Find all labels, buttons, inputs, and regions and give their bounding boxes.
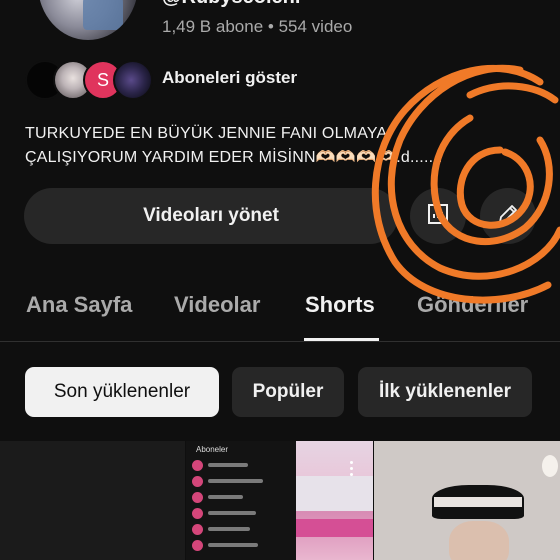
channel-stats: 1,49 B abone • 554 video <box>162 17 352 37</box>
chip-latest[interactable]: Son yüklenenler <box>25 367 219 417</box>
thumbnail-image <box>434 497 522 507</box>
tab-videos[interactable]: Videolar <box>174 292 260 318</box>
subscriber-avatar <box>113 60 153 100</box>
thumbnail-chat-row <box>192 507 292 521</box>
description-line: ÇALIŞIYORUM YARDIM EDER MİSİNN🫶🏻🫶🏻🫶🏻🫶🏻.d… <box>25 149 443 166</box>
thumbnail-chat-row <box>192 523 292 537</box>
analytics-icon <box>425 201 451 232</box>
thumbnail-chat-row <box>192 475 292 489</box>
manage-videos-button[interactable]: Videoları yönet <box>24 188 398 244</box>
chip-popular[interactable]: Popüler <box>232 367 344 417</box>
thumbnail-overlay-text: Aboneler <box>196 445 229 454</box>
tab-posts[interactable]: Gönderiler <box>417 292 528 318</box>
thumbnail-image <box>449 521 509 560</box>
video-count: 554 video <box>278 17 353 36</box>
thumbnail-chat-row <box>192 459 292 473</box>
thumbnail-image <box>296 476 373 511</box>
tab-home[interactable]: Ana Sayfa <box>26 292 132 318</box>
more-options-icon[interactable] <box>350 461 353 479</box>
thumbnail-image <box>296 519 373 537</box>
show-subscribers-link[interactable]: Aboneleri göster <box>162 68 297 88</box>
pencil-icon <box>495 201 521 232</box>
stats-separator: • <box>267 17 274 36</box>
chip-oldest[interactable]: İlk yüklenenler <box>358 367 532 417</box>
tabs-divider <box>0 341 560 342</box>
subscriber-count: 1,49 B abone <box>162 17 264 36</box>
short-thumbnail[interactable]: Aboneler <box>186 441 373 560</box>
thumbnail-chat-row <box>192 539 292 553</box>
tab-shorts[interactable]: Shorts <box>305 292 375 318</box>
short-thumbnail[interactable] <box>374 441 560 560</box>
channel-handle: @Rubyseoleni <box>162 0 300 9</box>
analytics-button[interactable] <box>410 188 466 244</box>
channel-tabs: Ana Sayfa Videolar Shorts Gönderiler <box>0 282 560 340</box>
channel-description[interactable]: TURKUYEDE EN BÜYÜK JENNIE FANI OLMAYA ÇA… <box>25 122 545 170</box>
short-thumbnail[interactable] <box>0 441 185 560</box>
description-line: TURKUYEDE EN BÜYÜK JENNIE FANI OLMAYA <box>25 125 388 142</box>
subscriber-avatars[interactable]: S <box>25 60 153 100</box>
thumbnail-image <box>542 455 558 477</box>
channel-avatar[interactable] <box>38 0 138 40</box>
edit-channel-button[interactable] <box>480 188 536 244</box>
thumbnail-chat-row <box>192 491 292 505</box>
